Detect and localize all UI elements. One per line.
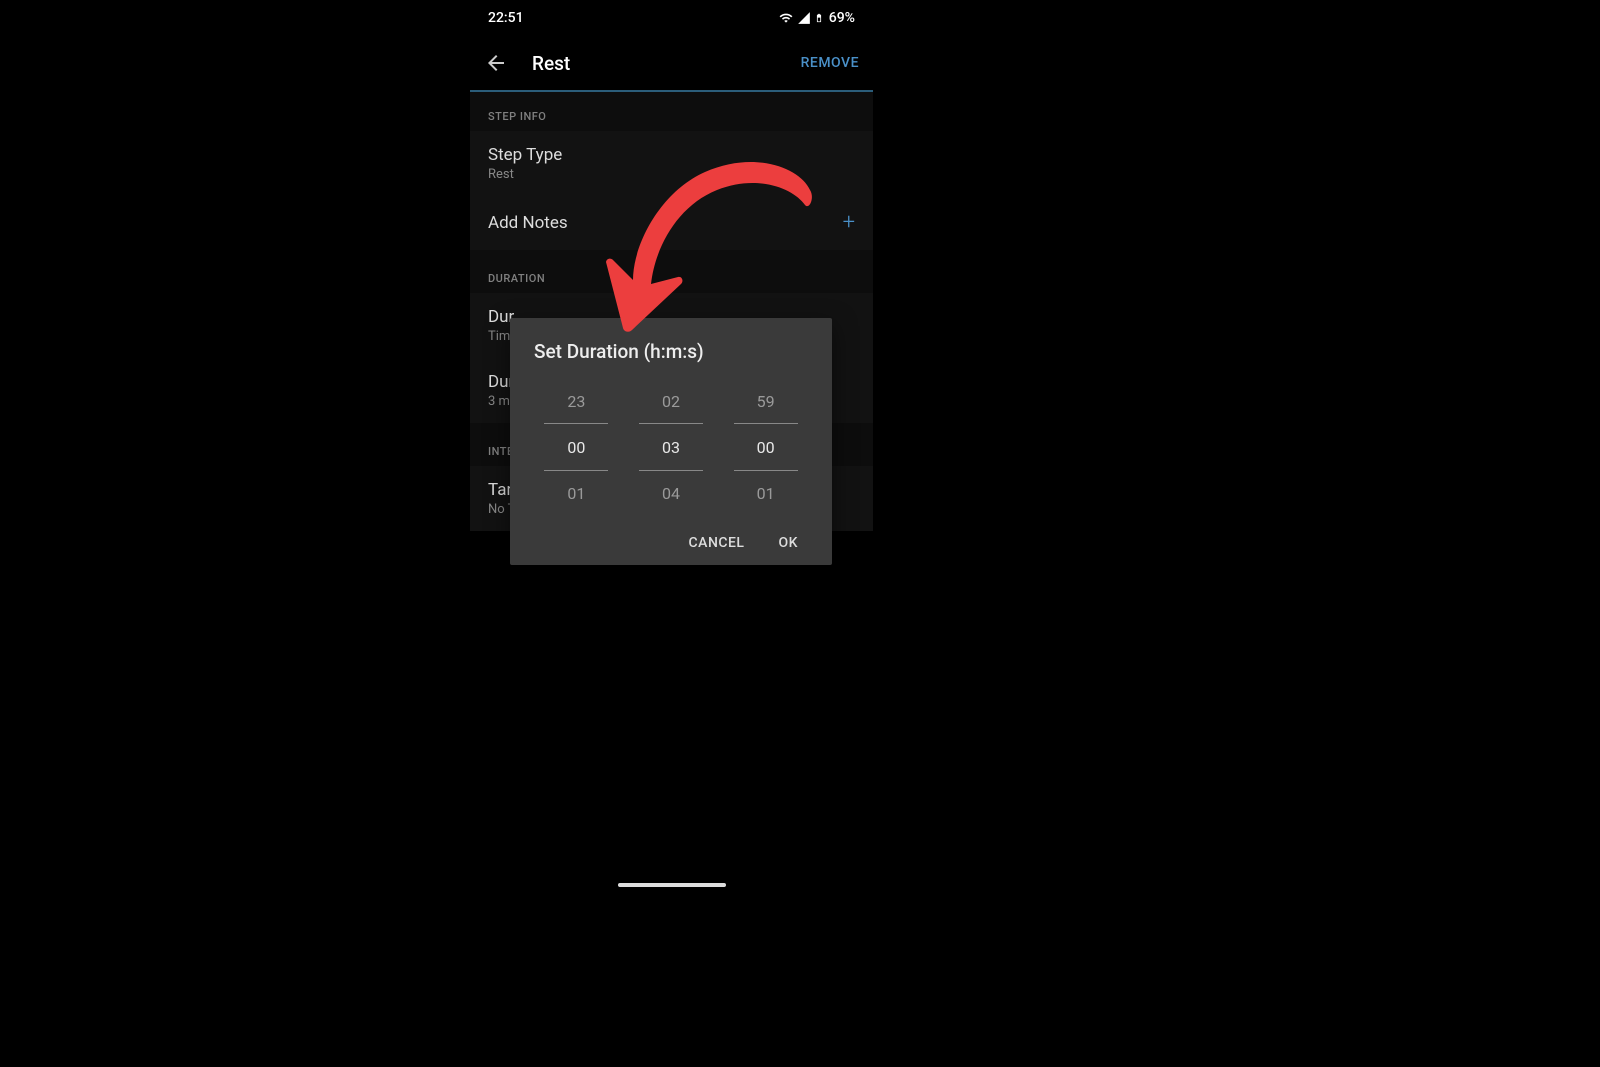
seconds-below: 01 — [757, 479, 775, 507]
seconds-above: 59 — [757, 387, 775, 415]
ok-button[interactable]: OK — [779, 535, 799, 551]
add-notes-label: Add Notes — [488, 213, 568, 233]
hours-above: 23 — [567, 387, 585, 415]
step-info-section: Step Type Rest Add Notes + — [470, 131, 873, 250]
dialog-buttons: CANCEL OK — [534, 535, 808, 551]
dialog-title: Set Duration (h:m:s) — [534, 340, 808, 363]
arrow-back-icon — [484, 51, 508, 75]
minutes-below: 04 — [662, 479, 680, 507]
section-header-step-info: STEP INFO — [470, 92, 873, 131]
app-bar: Rest REMOVE — [470, 36, 873, 92]
minutes-above: 02 — [662, 387, 680, 415]
minutes-selected: 03 — [639, 423, 703, 471]
home-indicator[interactable] — [618, 883, 726, 887]
seconds-picker[interactable]: 59 00 01 — [734, 387, 798, 507]
wifi-icon — [778, 11, 794, 25]
plus-icon: + — [843, 212, 855, 234]
status-bar: 22:51 69% — [470, 0, 873, 36]
hours-picker[interactable]: 23 00 01 — [544, 387, 608, 507]
step-type-value: Rest — [488, 167, 855, 182]
hours-selected: 00 — [544, 423, 608, 471]
status-icons: 69% — [778, 10, 855, 26]
battery-text: 69% — [829, 10, 855, 26]
duration-dialog: Set Duration (h:m:s) 23 00 01 02 03 04 5… — [510, 318, 832, 565]
step-type-row[interactable]: Step Type Rest — [470, 131, 873, 196]
add-notes-row[interactable]: Add Notes + — [470, 196, 873, 250]
page-title: Rest — [532, 52, 570, 75]
section-header-duration: DURATION — [470, 250, 873, 293]
battery-icon — [814, 10, 824, 26]
status-time: 22:51 — [488, 10, 524, 26]
remove-button[interactable]: REMOVE — [801, 55, 859, 71]
time-pickers: 23 00 01 02 03 04 59 00 01 — [534, 387, 808, 507]
signal-icon — [797, 11, 811, 25]
cancel-button[interactable]: CANCEL — [689, 535, 745, 551]
minutes-picker[interactable]: 02 03 04 — [639, 387, 703, 507]
back-button[interactable] — [484, 51, 508, 75]
hours-below: 01 — [567, 479, 585, 507]
seconds-selected: 00 — [734, 423, 798, 471]
step-type-label: Step Type — [488, 145, 855, 165]
